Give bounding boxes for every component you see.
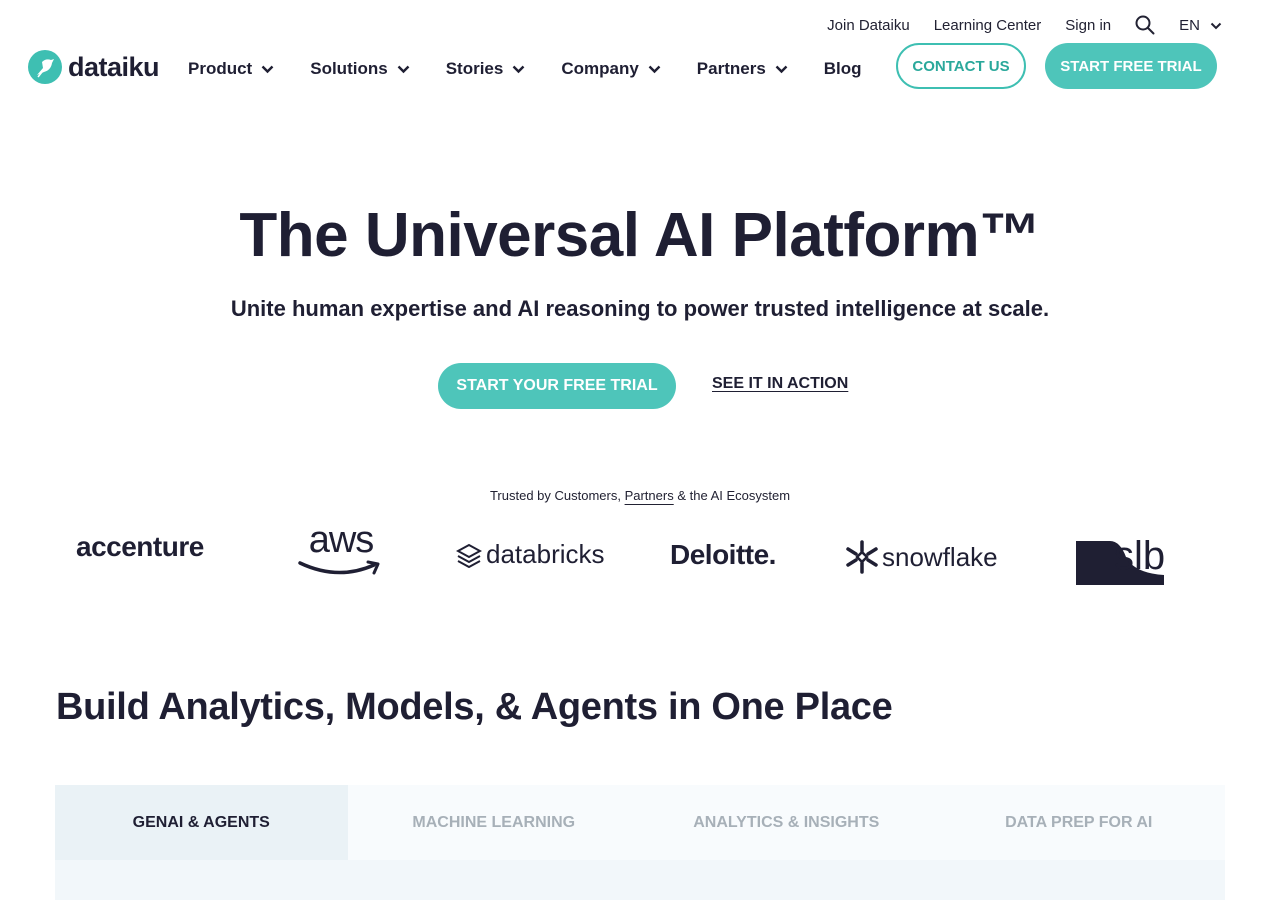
- nav-label: Blog: [823, 59, 862, 78]
- tab-machine-learning[interactable]: MACHINE LEARNING: [348, 785, 641, 860]
- partners-link[interactable]: Partners: [625, 488, 674, 503]
- language-selector[interactable]: EN: [1179, 17, 1222, 34]
- aws-wordmark: aws: [308, 519, 375, 561]
- start-free-trial-button[interactable]: START FREE TRIAL: [1045, 43, 1217, 89]
- chevron-down-icon: [648, 59, 661, 79]
- nav-partners[interactable]: Partners: [697, 59, 788, 79]
- chevron-down-icon: [397, 59, 410, 79]
- databricks-stack-icon: [456, 543, 482, 568]
- tab-data-prep-for-ai[interactable]: DATA PREP FOR AI: [933, 785, 1226, 860]
- snowflake-logo: snowflake: [844, 539, 998, 575]
- nav-blog[interactable]: Blog: [824, 59, 862, 79]
- start-your-free-trial-button[interactable]: START YOUR FREE TRIAL: [438, 363, 676, 409]
- feature-tabs: GENAI & AGENTS MACHINE LEARNING ANALYTIC…: [55, 785, 1225, 900]
- dataiku-logo[interactable]: dataiku: [28, 50, 160, 84]
- chevron-down-icon: [512, 59, 525, 79]
- language-label: EN: [1179, 16, 1200, 34]
- databricks-logo: databricks: [456, 539, 605, 570]
- trusted-by-text: Trusted by Customers, Partners & the AI …: [0, 488, 1280, 503]
- nav-label: Product: [188, 59, 253, 78]
- nav-label: Stories: [445, 59, 504, 78]
- tab-analytics-insights[interactable]: ANALYTICS & INSIGHTS: [640, 785, 933, 860]
- accenture-logo: accenture: [76, 531, 204, 563]
- databricks-wordmark: databricks: [486, 539, 605, 569]
- trusted-suffix: & the AI Ecosystem: [673, 488, 791, 503]
- deloitte-wordmark: Deloitte.: [670, 539, 776, 570]
- nav-solutions[interactable]: Solutions: [310, 59, 410, 79]
- snowflake-wordmark: snowflake: [882, 541, 998, 572]
- hero-title: The Universal AI Platform™: [239, 201, 1041, 270]
- search-icon[interactable]: [1135, 15, 1155, 35]
- learning-center-link[interactable]: Learning Center: [934, 17, 1042, 34]
- trusted-prefix: Trusted by Customers,: [489, 488, 625, 503]
- aws-smile-icon: [298, 560, 380, 575]
- tab-row: GENAI & AGENTS MACHINE LEARNING ANALYTIC…: [55, 785, 1225, 860]
- main-nav: Product Solutions Stories Company Partne…: [188, 56, 862, 82]
- nav-label: Company: [561, 59, 639, 78]
- slb-mark-icon: slb: [1076, 534, 1165, 585]
- section-title: Build Analytics, Models, & Agents in One…: [56, 686, 893, 728]
- hero-subtitle: Unite human expertise and AI reasoning t…: [230, 296, 1050, 321]
- join-dataiku-link[interactable]: Join Dataiku: [827, 17, 910, 34]
- accenture-wordmark: accenture: [76, 531, 204, 562]
- nav-label: Solutions: [310, 59, 388, 78]
- logo-text: dataiku: [68, 51, 160, 82]
- chevron-down-icon: [261, 59, 274, 79]
- slb-logo: slb: [1076, 529, 1168, 585]
- snowflake-icon: [846, 540, 878, 574]
- nav-product[interactable]: Product: [188, 59, 274, 79]
- sign-in-link[interactable]: Sign in: [1065, 17, 1111, 34]
- nav-company[interactable]: Company: [561, 59, 661, 79]
- contact-us-button[interactable]: CONTACT US: [896, 43, 1026, 89]
- aws-logo: aws: [298, 521, 384, 577]
- tab-genai-agents[interactable]: GENAI & AGENTS: [55, 785, 348, 860]
- nav-label: Partners: [696, 59, 766, 78]
- chevron-down-icon: [775, 59, 788, 79]
- deloitte-logo: Deloitte.: [670, 539, 776, 571]
- slb-wordmark: slb: [1114, 534, 1165, 578]
- nav-stories[interactable]: Stories: [446, 59, 526, 79]
- see-it-in-action-link[interactable]: SEE IT IN ACTION: [712, 375, 848, 393]
- bird-icon: [28, 50, 62, 84]
- partner-logos: accenture aws databricks Deloitte. snowf…: [60, 521, 1220, 589]
- chevron-down-icon: [1210, 17, 1222, 34]
- utility-nav: Join Dataiku Learning Center Sign in EN: [827, 12, 1222, 38]
